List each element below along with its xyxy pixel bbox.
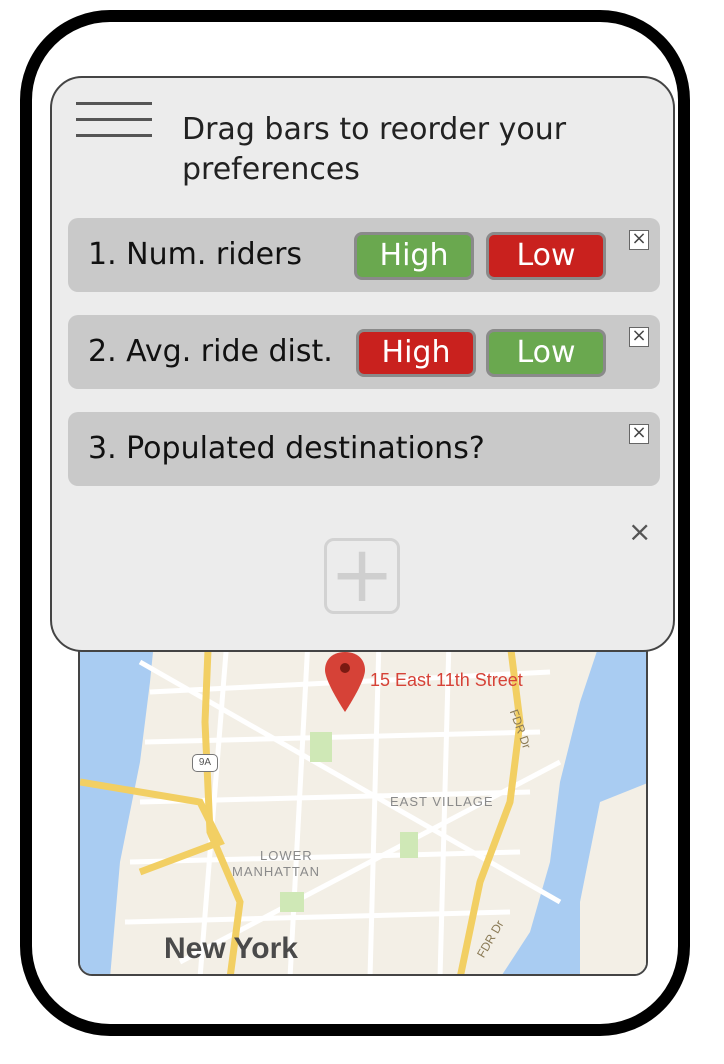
close-icon[interactable]: × — [628, 518, 651, 546]
low-toggle-button[interactable]: Low — [486, 329, 606, 377]
remove-preference-icon[interactable]: × — [629, 327, 649, 347]
add-preference-button[interactable]: + — [324, 536, 400, 614]
low-toggle-button[interactable]: Low — [486, 232, 606, 280]
pin-label: 15 East 11th Street — [370, 670, 523, 690]
remove-preference-icon[interactable]: × — [629, 230, 649, 250]
pin-icon — [325, 652, 365, 712]
preference-bar-2[interactable]: 2. Avg. ride dist. High Low × — [68, 315, 660, 389]
preference-label: 2. Avg. ride dist. — [88, 334, 333, 369]
park-3 — [280, 892, 304, 912]
park-2 — [400, 832, 418, 858]
preference-bar-1[interactable]: 1. Num. riders High Low × — [68, 218, 660, 292]
instruction-text: Drag bars to reorder your preferences — [182, 112, 567, 187]
preference-label: 1. Num. riders — [88, 237, 303, 272]
park-1 — [310, 732, 332, 762]
preference-bar-3[interactable]: 3. Populated destinations? × — [68, 412, 660, 486]
high-toggle-button[interactable]: High — [356, 329, 476, 377]
preferences-panel: Drag bars to reorder your preferences 1.… — [50, 76, 675, 652]
hamburger-menu-icon[interactable] — [76, 102, 152, 144]
high-toggle-button[interactable]: High — [354, 232, 474, 280]
east-village-label: EAST VILLAGE — [390, 794, 494, 809]
lower-manhattan-label-2: MANHATTAN — [232, 864, 320, 879]
preference-label: 3. Populated destinations? — [88, 431, 485, 466]
city-label: New York — [164, 932, 298, 965]
remove-preference-icon[interactable]: × — [629, 424, 649, 444]
map-graphic — [80, 602, 646, 974]
map-view[interactable]: 9A 15 East 11th Street EAST VILLAGE LOWE… — [78, 600, 648, 976]
route-badge: 9A — [192, 754, 218, 772]
lower-manhattan-label-1: LOWER — [260, 848, 313, 863]
